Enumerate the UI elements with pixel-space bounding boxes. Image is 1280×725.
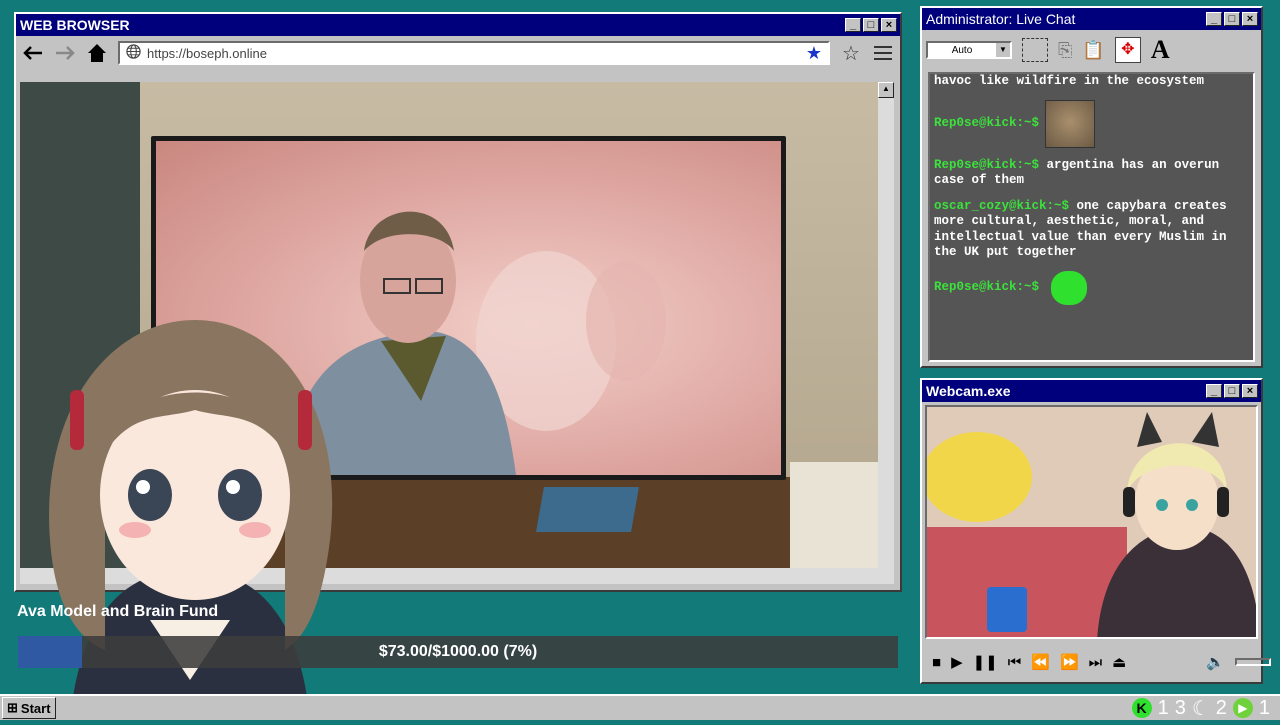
close-button[interactable]: ×: [1242, 12, 1258, 26]
rewind-icon[interactable]: ⏪: [1031, 653, 1050, 671]
fund-progress-text: $73.00/$1000.00 (7%): [378, 643, 538, 660]
url-text: https://boseph.online: [147, 45, 267, 61]
tray-count: 3: [1174, 696, 1186, 719]
volume-slider[interactable]: [1235, 658, 1271, 666]
browser-toolbar: https://boseph.online ★ ☆: [16, 36, 900, 70]
back-arrow-icon[interactable]: [22, 42, 44, 64]
maximize-button[interactable]: □: [863, 18, 879, 32]
media-controls: ■ ▶ ❚❚ ⏮ ⏪ ⏩ ⏭ ⏏ 🔈: [922, 644, 1280, 680]
move-icon[interactable]: ✥: [1114, 37, 1141, 63]
play-badge-icon[interactable]: ▶: [1232, 698, 1253, 718]
start-button[interactable]: ⊞ Start: [2, 697, 56, 719]
fund-title: Ava Model and Brain Fund: [17, 603, 219, 620]
chevron-down-icon[interactable]: ▼: [996, 43, 1010, 57]
browser-title: WEB BROWSER: [20, 17, 130, 33]
chat-nick: Rep0se@kick:~$: [934, 279, 1040, 294]
books-stack: [536, 487, 639, 532]
chat-message: oscar_cozy@kick:~$ one capybara creates …: [930, 199, 1253, 261]
font-select-value: Auto: [951, 44, 973, 56]
webcam-feed: [925, 405, 1258, 639]
side-shelf: [790, 462, 878, 568]
previous-track-icon[interactable]: ⏮: [1008, 654, 1022, 671]
globe-icon: [126, 44, 141, 62]
maximize-button[interactable]: □: [1224, 384, 1240, 398]
system-tray: K 1 3 ☾ 2 ▶ 1: [1131, 696, 1280, 721]
home-icon[interactable]: [86, 42, 108, 64]
select-icon[interactable]: [1022, 38, 1048, 62]
address-bar[interactable]: https://boseph.online ★: [118, 41, 830, 65]
chat-titlebar[interactable]: Administrator: Live Chat _ □ ×: [922, 8, 1261, 30]
chat-nick: Rep0se@kick:~$: [934, 157, 1040, 172]
pause-icon[interactable]: ❚❚: [973, 653, 998, 671]
play-icon[interactable]: ▶: [951, 653, 963, 671]
bookmark-star-filled-icon[interactable]: ★: [806, 43, 822, 64]
copy-icon[interactable]: ⎘: [1058, 40, 1072, 61]
close-button[interactable]: ×: [1242, 384, 1258, 398]
stop-icon[interactable]: ■: [932, 654, 941, 671]
webcam-title: Webcam.exe: [926, 383, 1011, 399]
menu-icon[interactable]: [872, 42, 894, 64]
font-icon[interactable]: A: [1151, 35, 1170, 65]
fund-progress-bar: $73.00/$1000.00 (7%): [18, 636, 898, 668]
chat-message: Rep0se@kick:~$: [930, 99, 1253, 148]
chat-message: Rep0se@kick:~$: [930, 270, 1253, 305]
vertical-scrollbar[interactable]: ▲: [878, 82, 894, 568]
close-button[interactable]: ×: [881, 18, 897, 32]
paste-icon[interactable]: 📋: [1082, 40, 1104, 61]
chat-message-text: havoc like wildfire in the ecosystem: [934, 74, 1205, 88]
capybara-image: [1045, 99, 1096, 148]
font-select[interactable]: Auto ▼: [926, 41, 1012, 59]
favorites-star-icon[interactable]: ☆: [840, 42, 862, 65]
chat-log[interactable]: havoc like wildfire in the ecosystem Rep…: [928, 72, 1255, 362]
chat-message: Rep0se@kick:~$ argentina has an overun c…: [930, 158, 1253, 189]
tray-count: 2: [1215, 696, 1227, 719]
taskbar: ⊞ Start K 1 3 ☾ 2 ▶ 1: [0, 694, 1280, 720]
forward-arrow-icon[interactable]: [54, 42, 76, 64]
next-track-icon[interactable]: ⏭: [1089, 654, 1103, 671]
chat-toolbar: Auto ▼ ⎘ 📋 ✥ A: [922, 30, 1261, 70]
fast-forward-icon[interactable]: ⏩: [1060, 653, 1079, 671]
eject-icon[interactable]: ⏏: [1112, 653, 1126, 671]
chat-nick: Rep0se@kick:~$: [934, 115, 1040, 130]
webcam-window: Webcam.exe _ □ × ■ ▶ ❚❚ ⏮ ⏪ ⏩ ⏭ ⏏ 🔈: [920, 378, 1271, 684]
minimize-button[interactable]: _: [1206, 384, 1222, 398]
start-label: Start: [20, 700, 51, 716]
kick-logo-icon[interactable]: K: [1131, 698, 1152, 718]
tray-count: 1: [1258, 696, 1270, 719]
browser-titlebar[interactable]: WEB BROWSER _ □ ×: [16, 14, 900, 36]
chat-message: havoc like wildfire in the ecosystem: [930, 74, 1253, 90]
moon-icon[interactable]: ☾: [1192, 696, 1210, 721]
scroll-up-icon[interactable]: ▲: [878, 82, 894, 98]
maximize-button[interactable]: □: [1224, 12, 1240, 26]
volume-icon[interactable]: 🔈: [1206, 653, 1225, 671]
minimize-button[interactable]: _: [1206, 12, 1222, 26]
green-emote-icon: [1051, 270, 1088, 305]
windows-logo-icon: ⊞: [7, 700, 18, 715]
tray-count: 1: [1157, 696, 1169, 719]
webcam-titlebar[interactable]: Webcam.exe _ □ ×: [922, 380, 1261, 402]
live-chat-window: Administrator: Live Chat _ □ × Auto ▼ ⎘ …: [920, 6, 1263, 368]
chat-nick: oscar_cozy@kick:~$: [934, 198, 1070, 213]
minimize-button[interactable]: _: [845, 18, 861, 32]
chat-title: Administrator: Live Chat: [926, 11, 1076, 27]
